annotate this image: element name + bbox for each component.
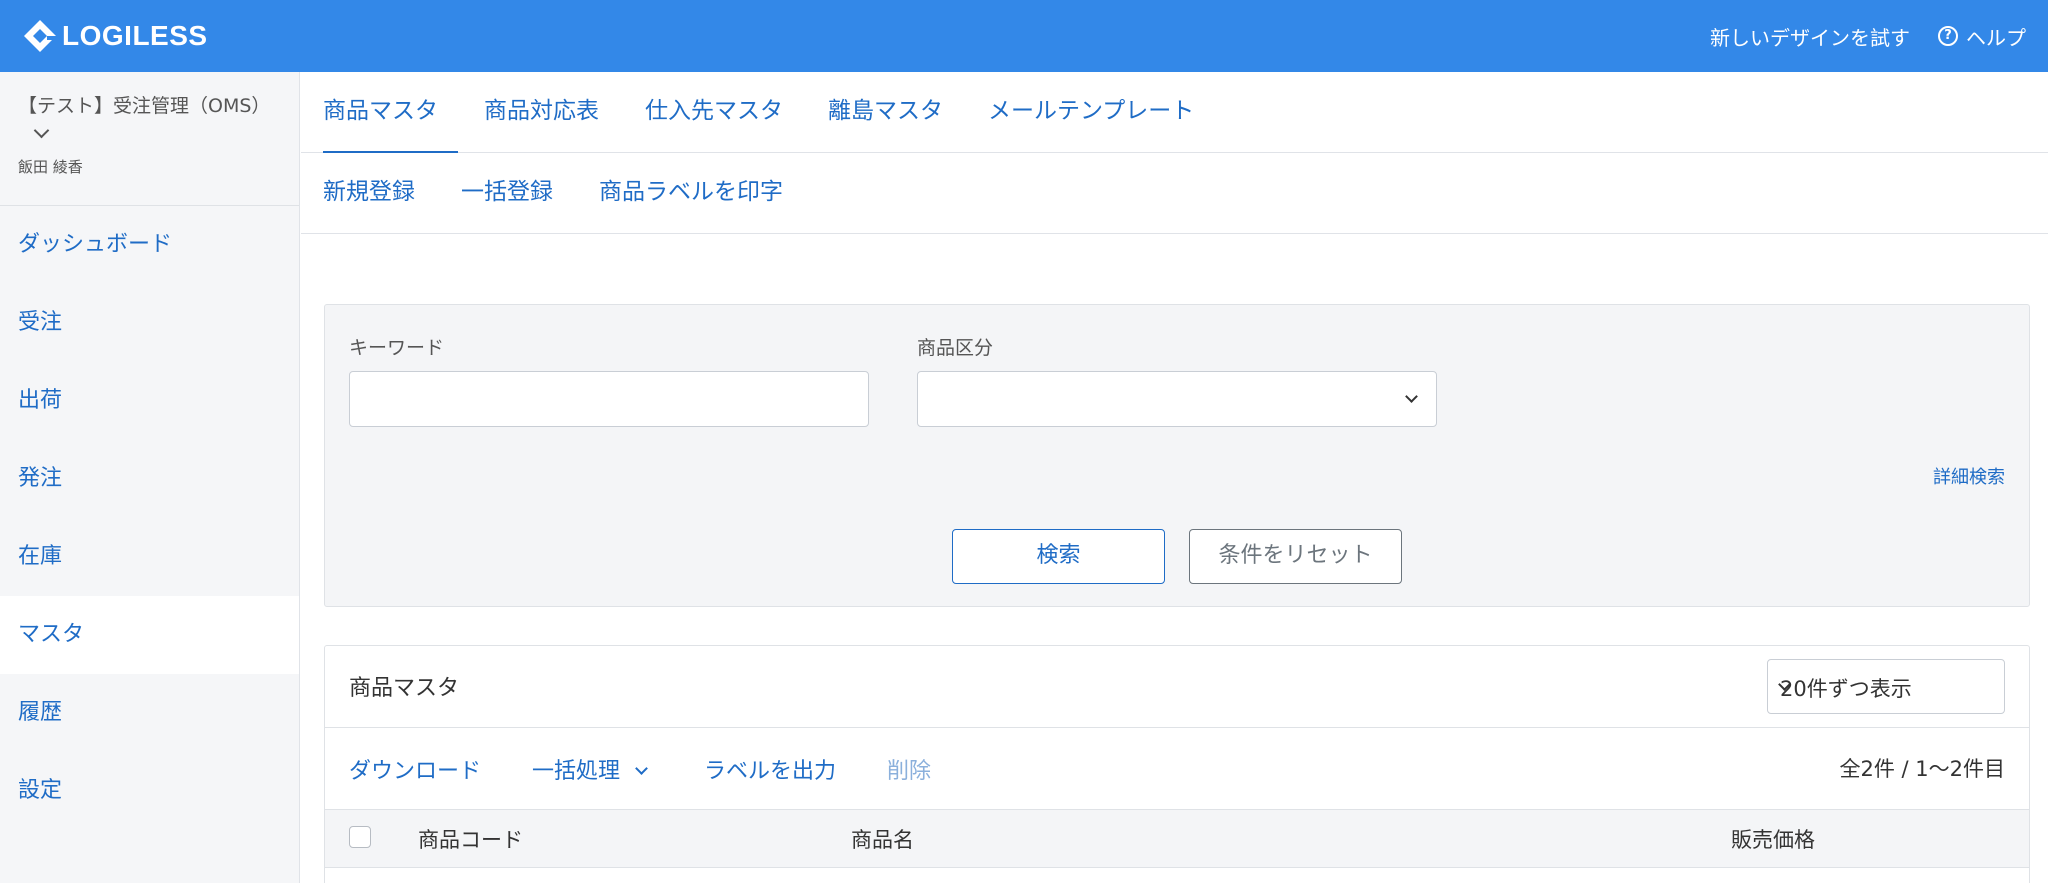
list-title: 商品マスタ (349, 676, 460, 701)
sidebar-item-dashboard[interactable]: ダッシュボード (0, 206, 299, 284)
top-bar: LOGILESS 新しいデザインを試す ? ヘルプ (0, 0, 2048, 72)
download-button[interactable]: ダウンロード (349, 753, 481, 785)
sidebar: 【テスト】受注管理（OMS） 飯田 綾香 ダッシュボード 受注 出荷 発注 在庫… (0, 72, 300, 883)
search-button[interactable]: 検索 (952, 529, 1165, 584)
sidebar-item-purchase-orders[interactable]: 発注 (0, 440, 299, 518)
help-link[interactable]: ? ヘルプ (1938, 22, 2026, 51)
keyword-label: キーワード (349, 337, 445, 359)
tab-remote-island-master[interactable]: 離島マスタ (828, 72, 943, 153)
keyword-input[interactable] (349, 371, 869, 427)
master-tabs: 商品マスタ 商品対応表 仕入先マスタ 離島マスタ メールテンプレート (301, 72, 2048, 153)
logo-text: LOGILESS (62, 20, 208, 51)
tab-supplier-master[interactable]: 仕入先マスタ (645, 72, 783, 153)
new-registration-link[interactable]: 新規登録 (323, 153, 415, 234)
reset-conditions-button[interactable]: 条件をリセット (1189, 529, 1402, 584)
column-header-product-code[interactable]: 商品コード (418, 824, 523, 854)
sidebar-item-master[interactable]: マスタ (0, 596, 299, 674)
search-panel: キーワード 商品区分 詳細検索 検索 条件をリセット (324, 304, 2030, 607)
column-header-sale-price[interactable]: 販売価格 (1731, 824, 1815, 854)
sidebar-item-shipping[interactable]: 出荷 (0, 362, 299, 440)
table-header: 商品コード 商品名 販売価格 (325, 810, 2029, 868)
sidebar-item-inventory[interactable]: 在庫 (0, 518, 299, 596)
result-count: 全2件 / 1〜2件目 (1839, 757, 2005, 781)
user-name: 飯田 綾香 (18, 158, 83, 176)
category-select[interactable] (917, 371, 1437, 427)
top-right-menu: 新しいデザインを試す ? ヘルプ (1710, 18, 2026, 54)
advanced-search-link[interactable]: 詳細検索 (1933, 463, 2005, 489)
print-product-label-link[interactable]: 商品ラベルを印字 (599, 153, 783, 234)
action-tabs: 新規登録 一括登録 商品ラベルを印字 (301, 153, 2048, 234)
sidebar-item-orders[interactable]: 受注 (0, 284, 299, 362)
help-label: ヘルプ (1966, 25, 2026, 50)
logiless-diamond-icon (24, 20, 56, 52)
product-list-panel: 商品マスタ 20件ずつ表示 ダウンロード 一括処理 ラベルを出力 削除 全2件 … (324, 645, 2030, 883)
tab-product-mapping[interactable]: 商品対応表 (484, 72, 599, 153)
bulk-registration-link[interactable]: 一括登録 (461, 153, 553, 234)
per-page-value: 20件ずつ表示 (1780, 677, 1912, 701)
category-label: 商品区分 (917, 337, 994, 359)
chevron-down-icon (33, 122, 50, 139)
account-name-text: 【テスト】受注管理（OMS） (18, 95, 271, 117)
column-header-product-name[interactable]: 商品名 (851, 824, 914, 854)
question-circle-icon: ? (1938, 26, 1958, 46)
bulk-action-label: 一括処理 (532, 759, 621, 784)
sidebar-item-history[interactable]: 履歴 (0, 674, 299, 752)
account-switcher[interactable]: 【テスト】受注管理（OMS） 飯田 綾香 (0, 72, 299, 206)
logo[interactable]: LOGILESS (22, 16, 208, 56)
list-toolbar: ダウンロード 一括処理 ラベルを出力 削除 全2件 / 1〜2件目 (325, 728, 2029, 810)
delete-button[interactable]: 削除 (887, 753, 931, 785)
sidebar-item-settings[interactable]: 設定 (0, 752, 299, 830)
bulk-action-dropdown[interactable]: 一括処理 (532, 753, 648, 785)
tab-mail-template[interactable]: メールテンプレート (988, 72, 1194, 153)
select-all-checkbox[interactable] (349, 826, 371, 848)
output-label-button[interactable]: ラベルを出力 (704, 753, 836, 785)
try-new-design-link[interactable]: 新しいデザインを試す (1710, 22, 1910, 51)
chevron-down-icon (1405, 390, 1418, 403)
tab-product-master[interactable]: 商品マスタ (323, 72, 458, 153)
account-name: 【テスト】受注管理（OMS） (18, 92, 278, 150)
per-page-select[interactable]: 20件ずつ表示 (1767, 659, 2005, 714)
list-header: 商品マスタ 20件ずつ表示 (325, 646, 2029, 728)
chevron-down-icon (635, 762, 648, 775)
